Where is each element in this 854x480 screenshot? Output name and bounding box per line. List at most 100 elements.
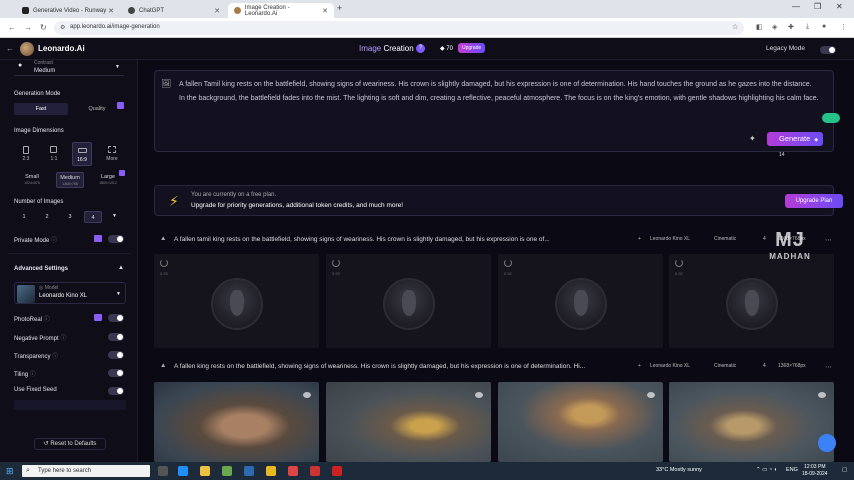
size-small[interactable]: Small 1024×576 bbox=[18, 172, 46, 188]
url-input[interactable]: ⚙ app.leonardo.ai/image-generation bbox=[54, 21, 744, 35]
size-large[interactable]: Large 1800×1012 bbox=[94, 172, 122, 188]
taskbar-clock[interactable]: 12:03 PM 18-09-2024 bbox=[802, 464, 828, 478]
collapse-caret-icon[interactable]: ▲ bbox=[160, 362, 166, 369]
prompt-box[interactable]: 🖼 A fallen Tamil king rests on the battl… bbox=[154, 70, 840, 158]
notifications-icon[interactable]: ▢ bbox=[842, 467, 847, 473]
num-images-3[interactable]: 3 bbox=[61, 211, 79, 223]
new-tab-icon[interactable]: + bbox=[337, 3, 342, 13]
extension-icon[interactable]: ◧ bbox=[756, 23, 763, 31]
mail-icon[interactable] bbox=[244, 466, 254, 476]
minimize-icon[interactable]: — bbox=[792, 2, 800, 11]
app-icon[interactable] bbox=[332, 466, 342, 476]
extensions-puzzle-icon[interactable]: ✚ bbox=[788, 23, 794, 31]
generation-prompt[interactable]: A fallen king rests on the battlefield, … bbox=[174, 363, 585, 370]
dim-2-3[interactable]: 2:3 bbox=[16, 142, 36, 166]
photoreal-toggle[interactable] bbox=[108, 314, 124, 322]
advanced-settings-label[interactable]: Advanced Settings bbox=[14, 266, 68, 272]
reset-to-defaults-button[interactable]: ↺ Reset to Defaults bbox=[34, 438, 106, 450]
app-icon[interactable] bbox=[310, 466, 320, 476]
grammar-extension-icon[interactable] bbox=[822, 113, 840, 123]
generated-image[interactable] bbox=[154, 382, 319, 462]
close-tab-icon[interactable]: ✕ bbox=[214, 7, 220, 15]
edge-icon[interactable] bbox=[178, 466, 188, 476]
dim-1-1[interactable]: 1:1 bbox=[44, 142, 64, 166]
contrast-select[interactable]: ● Contrast Medium ▼ bbox=[14, 60, 124, 76]
placeholder-face-icon bbox=[555, 278, 607, 330]
collapse-caret-icon[interactable]: ▲ bbox=[160, 235, 166, 242]
store-icon[interactable] bbox=[222, 466, 232, 476]
download-icon[interactable]: ⤓ bbox=[806, 23, 809, 31]
taskbar-search[interactable]: ⌕ Type here to search bbox=[22, 465, 150, 477]
legacy-mode-toggle[interactable] bbox=[820, 46, 836, 54]
more-options-icon[interactable]: ⋯ bbox=[825, 236, 832, 244]
fixed-seed-toggle[interactable] bbox=[108, 387, 124, 395]
num-images-1[interactable]: 1 bbox=[15, 211, 33, 223]
bookmark-star-icon[interactable]: ☆ bbox=[732, 23, 738, 31]
menu-kebab-icon[interactable]: ⋮ bbox=[840, 23, 847, 31]
leonardo-logo-icon[interactable] bbox=[20, 42, 34, 56]
language-indicator[interactable]: ENG bbox=[786, 467, 798, 473]
view-eye-icon[interactable] bbox=[303, 392, 311, 398]
generate-button[interactable]: Generate ◆ 14 bbox=[767, 132, 823, 158]
extension-icon[interactable]: ◈ bbox=[772, 23, 777, 31]
file-explorer-icon[interactable] bbox=[200, 466, 210, 476]
maximize-icon[interactable]: ❐ bbox=[814, 2, 821, 11]
gen-mode-quality[interactable]: Quality bbox=[70, 103, 124, 115]
task-view-icon[interactable] bbox=[158, 466, 168, 476]
model-select[interactable]: ◎ Model Leonardo Kino XL ▼ bbox=[14, 282, 126, 304]
back-icon[interactable]: ← bbox=[8, 23, 16, 32]
info-icon[interactable]: ⓘ bbox=[44, 317, 50, 323]
tray-icons[interactable]: ⌃ ▭ ◔ ◖ bbox=[756, 467, 777, 473]
num-images-2[interactable]: 2 bbox=[38, 211, 56, 223]
dim-16-9[interactable]: 16:9 bbox=[72, 142, 92, 166]
tab-leonardo[interactable]: Image Creation - Leonardo.Ai ✕ bbox=[228, 3, 334, 18]
app-icon[interactable] bbox=[288, 466, 298, 476]
view-eye-icon[interactable] bbox=[647, 392, 655, 398]
generated-image[interactable] bbox=[326, 382, 491, 462]
reload-icon[interactable]: ↻ bbox=[40, 23, 47, 32]
forward-icon[interactable]: → bbox=[24, 23, 32, 32]
tiling-toggle[interactable] bbox=[108, 369, 124, 377]
help-icon[interactable]: ? bbox=[416, 44, 425, 53]
info-icon[interactable]: ⓘ bbox=[52, 354, 58, 360]
weather-widget[interactable]: 33°C Mostly sunny bbox=[656, 467, 702, 473]
generated-image[interactable] bbox=[498, 382, 663, 462]
tab-runway[interactable]: Generative Video - Runway ✕ bbox=[16, 3, 120, 18]
generated-image[interactable] bbox=[669, 382, 834, 462]
generation-prompt[interactable]: A fallen tamil king rests on the battlef… bbox=[174, 236, 550, 243]
image-upload-icon[interactable]: 🖼 bbox=[161, 79, 171, 88]
num-images-4[interactable]: 4 bbox=[84, 211, 102, 223]
size-medium[interactable]: Medium 1368×768 bbox=[56, 172, 84, 188]
more-options-icon[interactable]: ⋯ bbox=[825, 363, 832, 371]
profile-icon[interactable]: ● bbox=[822, 23, 826, 30]
dim-more[interactable]: More bbox=[102, 142, 122, 166]
windows-start-icon[interactable]: ⊞ bbox=[6, 466, 14, 477]
chevron-up-icon[interactable]: ▲ bbox=[118, 265, 124, 271]
private-mode-toggle[interactable] bbox=[108, 235, 124, 243]
info-icon[interactable]: ⓘ bbox=[30, 372, 36, 378]
logo-text[interactable]: Leonardo.Ai bbox=[38, 44, 85, 53]
info-icon[interactable]: ⓘ bbox=[51, 238, 57, 244]
prompt-textarea[interactable]: A fallen Tamil king rests on the battlef… bbox=[179, 78, 819, 105]
close-tab-icon[interactable]: ✕ bbox=[322, 7, 328, 15]
chat-support-icon[interactable] bbox=[818, 434, 836, 452]
chevron-down-icon[interactable]: ▼ bbox=[112, 213, 117, 219]
add-icon[interactable]: + bbox=[638, 236, 641, 242]
prompt-magic-icon[interactable]: ✦ bbox=[749, 134, 756, 143]
gen-mode-fast[interactable]: Fast bbox=[14, 103, 68, 115]
site-info-icon[interactable]: ⚙ bbox=[60, 24, 65, 31]
transparency-toggle[interactable] bbox=[108, 351, 124, 359]
window-close-icon[interactable]: ✕ bbox=[836, 2, 843, 11]
add-icon[interactable]: + bbox=[638, 363, 641, 369]
negative-prompt-toggle[interactable] bbox=[108, 333, 124, 341]
upgrade-button[interactable]: Upgrade bbox=[458, 43, 486, 53]
close-tab-icon[interactable]: ✕ bbox=[108, 7, 114, 15]
chrome-icon[interactable] bbox=[266, 466, 276, 476]
seed-input[interactable] bbox=[14, 400, 126, 410]
info-icon[interactable]: ⓘ bbox=[60, 336, 66, 342]
view-eye-icon[interactable] bbox=[818, 392, 826, 398]
back-arrow-icon[interactable]: ← bbox=[6, 44, 14, 53]
upgrade-plan-button[interactable]: Upgrade Plan bbox=[785, 194, 843, 208]
tab-chatgpt[interactable]: ChatGPT ✕ bbox=[122, 3, 226, 18]
view-eye-icon[interactable] bbox=[475, 392, 483, 398]
